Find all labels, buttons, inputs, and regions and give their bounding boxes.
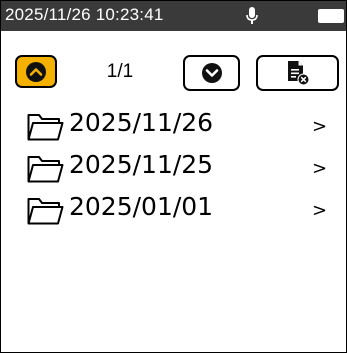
folder-row[interactable]: 2025/01/01 > — [1, 190, 346, 232]
chevron-right-icon: > — [312, 158, 328, 179]
chevron-up-circle-icon — [26, 61, 46, 82]
battery-icon — [318, 9, 344, 23]
page-indicator: 1/1 — [106, 61, 134, 82]
folder-list: 2025/11/26 > 2025/11/25 > 2025/01/01 > — [1, 106, 346, 232]
folder-row[interactable]: 2025/11/25 > — [1, 148, 346, 190]
scroll-up-button[interactable] — [15, 55, 57, 88]
folder-name: 2025/11/25 — [69, 150, 214, 179]
folder-row[interactable]: 2025/11/26 > — [1, 106, 346, 148]
folder-icon — [27, 114, 64, 141]
folder-icon — [27, 156, 64, 183]
chevron-down-circle-icon — [201, 63, 222, 83]
device-screen: 2025/11/26 10:23:41 1/1 2025/11/26 > 202… — [0, 0, 347, 353]
folder-icon — [27, 198, 64, 225]
folder-name: 2025/01/01 — [69, 192, 214, 221]
folder-name: 2025/11/26 — [69, 108, 214, 137]
status-bar: 2025/11/26 10:23:41 — [1, 1, 346, 31]
document-delete-icon — [287, 61, 309, 86]
toolbar: 1/1 — [1, 31, 346, 106]
scroll-down-button[interactable] — [183, 55, 240, 91]
chevron-right-icon: > — [312, 200, 328, 221]
delete-file-button[interactable] — [256, 55, 339, 91]
status-time: 2025/11/26 10:23:41 — [5, 5, 164, 24]
microphone-icon — [246, 7, 258, 24]
chevron-right-icon: > — [312, 116, 328, 137]
